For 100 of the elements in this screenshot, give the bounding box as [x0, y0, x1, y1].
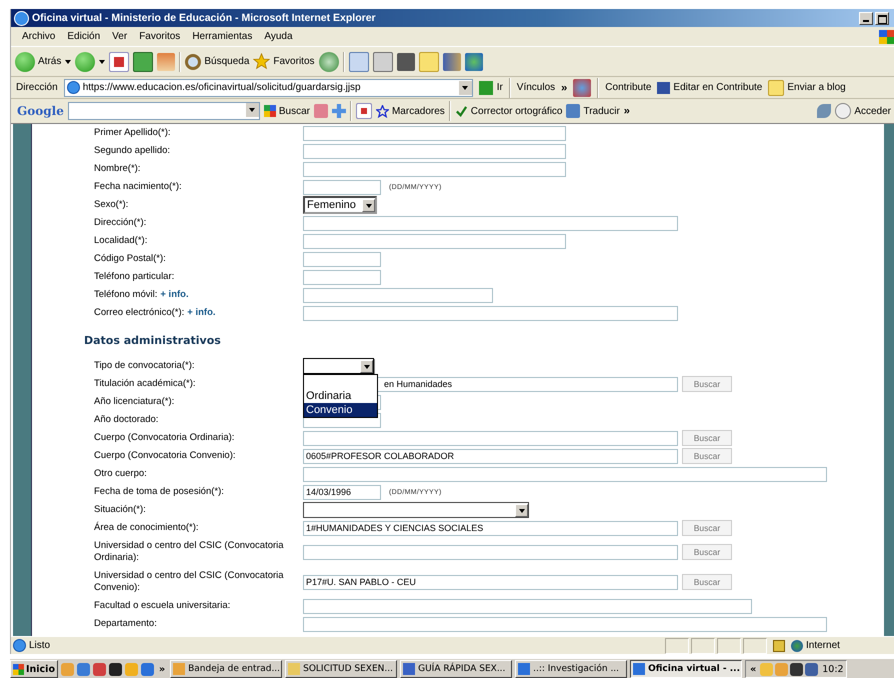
field-label: Cuerpo (Convocatoria Convenio):	[94, 450, 236, 461]
field-label: Sexo(*):	[94, 199, 128, 210]
status-pane	[691, 638, 715, 654]
tray-icon[interactable]	[790, 662, 804, 676]
field-label: Departamento:	[94, 618, 157, 629]
quick-launch-icon[interactable]	[108, 662, 122, 676]
address-label: Dirección	[16, 82, 58, 93]
menu-item[interactable]: Ver	[106, 31, 134, 42]
send-to-blog-button[interactable]: Enviar a blog	[768, 80, 846, 96]
star-icon	[376, 104, 389, 118]
sign-in-button[interactable]: Acceder	[835, 103, 891, 119]
maximize-button[interactable]	[875, 12, 889, 24]
input-field[interactable]: 0605#PROFESOR COLABORADOR	[303, 448, 678, 464]
taskbar-button[interactable]: Bandeja de entrad...	[170, 660, 282, 678]
chevron-button[interactable]: «	[748, 664, 758, 674]
caret-icon	[515, 504, 528, 516]
field-label: Año doctorado:	[94, 414, 158, 425]
field-label: Fecha nacimiento(*):	[94, 181, 182, 192]
field-label: Código Postal(*):	[94, 253, 166, 264]
input-field[interactable]	[303, 252, 381, 266]
security-zone: Internet	[791, 640, 894, 652]
input-field[interactable]: 14/03/1996	[303, 484, 381, 500]
search-button[interactable]: Buscar	[682, 574, 732, 590]
contribute-button[interactable]: Contribute	[605, 82, 652, 93]
chevron-button[interactable]: »	[156, 664, 168, 674]
bookmarks-button[interactable]: Marcadores	[376, 104, 445, 118]
input-field[interactable]: 1#HUMANIDADES Y CIENCIAS SOCIALES	[303, 520, 678, 536]
field-label: Tipo de convocatoria(*):	[94, 360, 195, 371]
star-icon	[253, 53, 270, 70]
menu-item[interactable]: Edición	[61, 31, 106, 42]
field-label: Correo electrónico(*):	[94, 307, 184, 318]
search-button[interactable]: Buscar	[682, 376, 732, 392]
input-field[interactable]	[303, 544, 678, 560]
input-field[interactable]	[303, 306, 678, 320]
clock: 10:2	[821, 664, 845, 674]
status-pane	[717, 638, 741, 654]
dropdown[interactable]	[303, 502, 529, 518]
taskbar-button[interactable]: ..:: Investigación ...	[515, 660, 628, 678]
links-label[interactable]: Vínculos	[516, 82, 556, 93]
windows-logo-icon	[879, 30, 894, 44]
input-field[interactable]	[303, 144, 566, 158]
info-link[interactable]: + info.	[160, 289, 189, 300]
address-field[interactable]: https://www.educacion.es/oficinavirtual/solicitud/guardarsig.jjsp	[64, 78, 473, 96]
field-label: Área de conocimiento(*):	[94, 522, 199, 533]
field-label: Localidad(*):	[94, 235, 148, 246]
field-label: Primer Apellido(*):	[94, 127, 171, 138]
field-label: Universidad o centro del CSIC (Convocatoria Convenio):	[94, 570, 284, 593]
chevron-button[interactable]: »	[561, 82, 568, 94]
start-button[interactable]: Inicio	[10, 660, 58, 678]
input-field[interactable]	[303, 288, 493, 302]
status-pane	[743, 638, 767, 654]
minimize-button[interactable]	[859, 12, 873, 24]
checkmark-icon	[454, 104, 468, 118]
translate-button[interactable]: Traducir	[566, 104, 620, 118]
field-label: Teléfono móvil:	[94, 289, 158, 300]
spellcheck-button[interactable]: Corrector ortográfico	[454, 104, 562, 118]
taskbar-button[interactable]: GUÍA RÁPIDA SEX...	[400, 660, 512, 678]
favorites-button[interactable]: Favoritos	[253, 53, 315, 70]
google-logo: Google	[17, 104, 64, 118]
input-field[interactable]	[303, 466, 827, 482]
taskbar-button[interactable]: SOLICITUD SEXEN...	[285, 660, 398, 678]
input-field[interactable]	[303, 216, 678, 230]
chevron-button[interactable]: »	[624, 105, 630, 117]
field-label: Dirección(*):	[94, 217, 146, 228]
section-heading: Datos administrativos	[84, 334, 222, 347]
field-label: Universidad o centro del CSIC (Convocatoria Ordinaria):	[94, 540, 284, 563]
menu-item[interactable]: Ayuda	[258, 31, 299, 42]
back-button[interactable]: Atrás	[15, 52, 62, 72]
input-field[interactable]	[303, 616, 827, 632]
dropdown-option[interactable]: Ordinaria	[304, 389, 377, 403]
stop-button[interactable]	[109, 52, 130, 72]
menu-item[interactable]: Favoritos	[133, 31, 186, 42]
status-text: Listo	[13, 639, 50, 652]
field-label: Facultad o escuela universitaria:	[94, 600, 230, 611]
search-button[interactable]: Buscar	[682, 448, 732, 464]
google-search-field[interactable]	[68, 102, 260, 120]
field-label: Cuerpo (Convocatoria Ordinaria):	[94, 432, 234, 443]
input-field[interactable]	[303, 270, 381, 284]
edit-in-contribute-button[interactable]: Editar en Contribute	[657, 82, 762, 94]
info-link[interactable]: + info.	[187, 307, 216, 318]
input-field[interactable]	[303, 430, 678, 446]
input-field[interactable]	[303, 598, 752, 614]
input-field[interactable]	[303, 162, 566, 176]
tray-icon[interactable]	[805, 662, 818, 676]
dropdown[interactable]: Femenino	[303, 196, 377, 214]
input-field[interactable]	[303, 126, 566, 140]
input-field[interactable]	[303, 180, 381, 194]
search-button[interactable]: Buscar	[682, 430, 732, 446]
menu-item[interactable]: Archivo	[16, 31, 62, 42]
search-button[interactable]: Buscar	[682, 520, 732, 536]
dropdown[interactable]	[303, 358, 374, 374]
input-field[interactable]: P17#U. SAN PABLO - CEU	[303, 574, 678, 590]
dropdown-option[interactable]: Convenio	[304, 403, 377, 417]
field-label: Titulación académica(*):	[94, 378, 196, 389]
google-search-button[interactable]: Buscar	[264, 105, 310, 117]
input-field[interactable]	[303, 234, 566, 248]
menu-item[interactable]: Herramientas	[186, 31, 258, 42]
search-button[interactable]: Búsqueda	[185, 54, 250, 70]
search-button[interactable]: Buscar	[682, 544, 732, 560]
taskbar-button[interactable]: Oficina virtual - ...	[630, 660, 742, 678]
